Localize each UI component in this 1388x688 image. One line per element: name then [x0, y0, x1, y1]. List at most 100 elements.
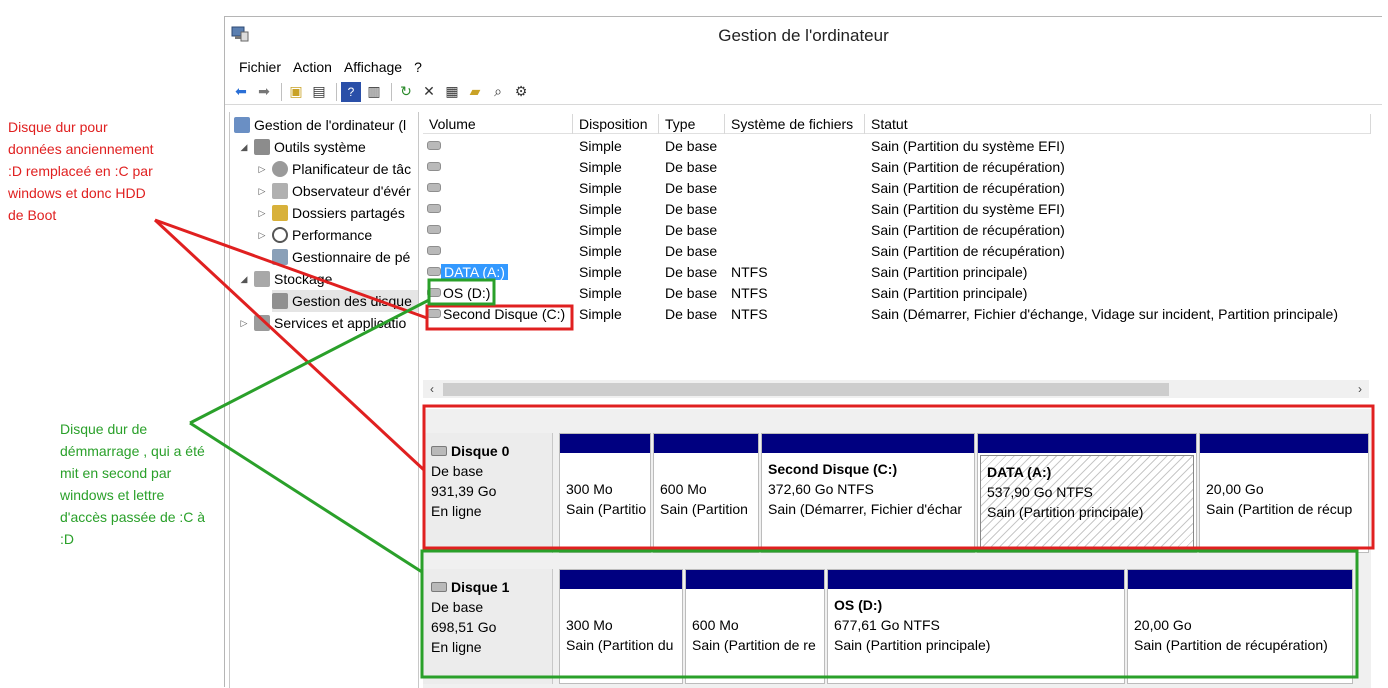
partition-block[interactable]: 600 Mo Sain (Partition de re	[685, 569, 825, 684]
open-folder-icon[interactable]: ▰	[465, 82, 485, 102]
column-header-volume[interactable]: Volume	[423, 114, 573, 134]
up-folder-icon[interactable]: ▣	[286, 82, 306, 102]
volume-layout: Simple	[579, 264, 622, 280]
menu-action[interactable]: Action	[287, 59, 338, 75]
volume-list: Volume Disposition Type Système de fichi…	[423, 112, 1371, 404]
tree-item-system-tools[interactable]: ◢ Outils système	[238, 136, 366, 158]
tree-item-task-scheduler[interactable]: ▷ Planificateur de tâc	[256, 158, 411, 180]
tree-item-disk-management[interactable]: Gestion des disque	[272, 290, 418, 312]
volume-name: Second Disque (C:)	[443, 306, 566, 322]
disk-label[interactable]: Disque 1 De base 698,51 Go En ligne	[423, 569, 553, 684]
action-pane-icon[interactable]: ▥	[364, 82, 384, 102]
column-header-disposition[interactable]: Disposition	[573, 114, 659, 134]
tree-item-device-manager[interactable]: Gestionnaire de pé	[272, 246, 410, 268]
partition-body: 20,00 Go Sain (Partition de récup	[1200, 453, 1368, 547]
column-header-type[interactable]: Type	[659, 114, 725, 134]
table-row[interactable]: Simple De base Sain (Partition du système …	[423, 199, 1371, 220]
task-scheduler-icon	[272, 161, 288, 177]
tree-item-computer-management[interactable]: Gestion de l'ordinateur (l	[234, 114, 406, 136]
computer-management-window: Gestion de l'ordinateur Fichier Action A…	[224, 16, 1382, 688]
volume-type: De base	[665, 138, 718, 154]
table-row[interactable]: Simple De base Sain (Partition de récupéra…	[423, 178, 1371, 199]
volume-icon	[427, 246, 441, 255]
expander-icon[interactable]: ▷	[256, 164, 268, 175]
forward-icon[interactable]: ➡	[254, 82, 274, 102]
scrollbar-thumb[interactable]	[443, 383, 1169, 396]
window-title: Gestion de l'ordinateur	[718, 26, 889, 45]
column-header-status[interactable]: Statut	[865, 114, 1371, 134]
volume-icon	[427, 225, 441, 234]
tree-item-services-applications[interactable]: ▷ Services et applicatio	[238, 312, 406, 334]
settings-icon[interactable]: ⚙	[511, 82, 531, 102]
scroll-right-icon[interactable]: ›	[1351, 380, 1369, 398]
refresh-icon[interactable]: ↻	[396, 82, 416, 102]
tree-item-event-viewer[interactable]: ▷ Observateur d'évér	[256, 180, 411, 202]
horizontal-scrollbar[interactable]: ‹ ›	[423, 380, 1369, 398]
tree-item-label: Performance	[292, 227, 373, 243]
partition-block[interactable]: 300 Mo Sain (Partition du	[559, 569, 683, 684]
disk-name: Disque 0	[451, 443, 510, 459]
search-icon[interactable]: ⌕	[488, 82, 508, 102]
tree-item-shared-folders[interactable]: ▷ Dossiers partagés	[256, 202, 405, 224]
table-row[interactable]: DATA (A:) Simple De base NTFS Sain (Partitio…	[423, 262, 1371, 283]
partition-block[interactable]: DATA (A:) 537,90 Go NTFS Sain (Partition p…	[977, 433, 1197, 553]
table-row[interactable]: OS (D:) Simple De base NTFS Sain (Partition …	[423, 283, 1371, 304]
partition-bar	[828, 570, 1124, 589]
expander-icon[interactable]: ▷	[238, 318, 250, 329]
show-hide-tree-icon[interactable]: ▤	[309, 82, 329, 102]
partition-bar	[762, 434, 974, 453]
computer-management-icon	[234, 117, 250, 133]
expander-icon[interactable]: ▷	[256, 230, 268, 241]
partition-block[interactable]: OS (D:) 677,61 Go NTFS Sain (Partition pri…	[827, 569, 1125, 684]
scroll-left-icon[interactable]: ‹	[423, 380, 441, 398]
partition-block[interactable]: 600 Mo Sain (Partition	[653, 433, 759, 553]
column-header-filesystem[interactable]: Système de fichiers	[725, 114, 865, 134]
table-row[interactable]: Simple De base Sain (Partition de récupéra…	[423, 241, 1371, 262]
toolbar-separator	[391, 82, 392, 101]
volume-type: De base	[665, 222, 718, 238]
partition-block[interactable]: 20,00 Go Sain (Partition de récup	[1199, 433, 1369, 553]
volume-icon	[427, 162, 441, 171]
menu-fichier[interactable]: Fichier	[233, 59, 287, 75]
volume-icon	[427, 267, 441, 276]
volume-icon	[427, 141, 441, 150]
partition-block[interactable]: 20,00 Go Sain (Partition de récupération)	[1127, 569, 1353, 684]
partition-size: 600 Mo	[692, 617, 739, 633]
disk-name: Disque 1	[451, 579, 510, 595]
properties-icon[interactable]: ▦	[442, 82, 462, 102]
volume-icon	[427, 288, 441, 297]
table-row[interactable]: Second Disque (C:) Simple De base NTFS Sain …	[423, 304, 1371, 325]
expander-icon[interactable]: ▷	[256, 208, 268, 219]
green-annotation-note: Disque dur de démmarrage , qui a été mit…	[60, 421, 206, 547]
menu-help[interactable]: ?	[408, 59, 428, 75]
tree-item-performance[interactable]: ▷ Performance	[256, 224, 372, 246]
delete-icon[interactable]: ✕	[419, 82, 439, 102]
volume-filesystem: NTFS	[731, 306, 768, 322]
expander-icon[interactable]: ▷	[256, 186, 268, 197]
disk-state: En ligne	[431, 639, 482, 655]
performance-icon	[272, 227, 288, 243]
table-row[interactable]: Simple De base Sain (Partition de récupéra…	[423, 220, 1371, 241]
help-icon[interactable]: ?	[341, 81, 361, 102]
tree-item-label: Dossiers partagés	[292, 205, 405, 221]
tree-item-storage[interactable]: ◢ Stockage	[238, 268, 332, 290]
partition-body: DATA (A:) 537,90 Go NTFS Sain (Partition p…	[980, 455, 1194, 549]
table-row[interactable]: Simple De base Sain (Partition de récupéra…	[423, 157, 1371, 178]
title-bar: Gestion de l'ordinateur	[225, 17, 1382, 55]
volume-status: Sain (Partition principale)	[871, 285, 1028, 301]
disk-label[interactable]: Disque 0 De base 931,39 Go En ligne	[423, 433, 553, 553]
expander-icon[interactable]: ◢	[238, 142, 250, 153]
table-row[interactable]: Simple De base Sain (Partition du système …	[423, 136, 1371, 157]
back-icon[interactable]: ⬅	[231, 82, 251, 102]
partition-status: Sain (Partition de récupération)	[1134, 637, 1328, 653]
expander-icon[interactable]: ◢	[238, 274, 250, 285]
partition-block[interactable]: 300 Mo Sain (Partitio	[559, 433, 651, 553]
device-manager-icon	[272, 249, 288, 265]
partition-status: Sain (Partition de re	[692, 637, 816, 653]
volume-filesystem: NTFS	[731, 285, 768, 301]
volume-type: De base	[665, 264, 718, 280]
partition-block[interactable]: Second Disque (C:) 372,60 Go NTFS Sain (Dé…	[761, 433, 975, 553]
volume-status: Sain (Partition de récupération)	[871, 222, 1065, 238]
partition-bar	[560, 434, 650, 453]
menu-affichage[interactable]: Affichage	[338, 59, 408, 75]
